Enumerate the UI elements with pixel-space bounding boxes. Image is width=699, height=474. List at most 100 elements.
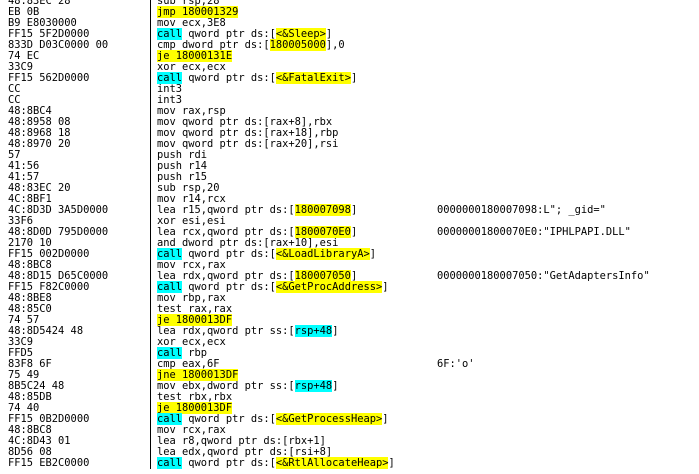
column-divider [150, 95, 151, 106]
disasm-row[interactable]: EB 0B jmp 180001329 [0, 6, 699, 18]
disasm-row[interactable]: 57 push rdi [0, 150, 699, 161]
comment: 00000001800070E0:"IPHLPAPI.DLL" [437, 226, 631, 238]
column-divider [150, 403, 151, 414]
disasm-row[interactable]: 83F8 6F cmp eax,6F 6F:'o' [0, 359, 699, 370]
disasm-row[interactable]: 4C:8D43 01 lea r8,qword ptr ds:[rbx+1] [0, 436, 699, 447]
disasm-row[interactable]: 48:8958 08 mov qword ptr ds:[rax+8],rbx [0, 117, 699, 128]
column-divider [150, 249, 151, 260]
disasm-row[interactable]: 833D D03C0000 00 cmp dword ptr ds:[180005… [0, 39, 699, 51]
column-divider [150, 326, 151, 337]
column-divider [150, 84, 151, 95]
disasm-row[interactable]: 48:85C0 test rax,rax [0, 304, 699, 315]
disasm-row[interactable]: 48:8D0D 795D0000 lea rcx,qword ptr ds:[18… [0, 226, 699, 238]
column-divider [150, 458, 151, 469]
column-divider [150, 370, 151, 381]
column-divider [150, 238, 151, 249]
disasm-row[interactable]: 4C:8D3D 3A5D0000 lea r15,qword ptr ds:[18… [0, 204, 699, 216]
instruction: call qword ptr ds:[<&FatalExit>] [157, 72, 358, 84]
column-divider [150, 128, 151, 139]
disasm-row[interactable]: FF15 002D0000 call qword ptr ds:[<&LoadLi… [0, 248, 699, 260]
column-divider [150, 62, 151, 73]
column-divider [150, 381, 151, 392]
disasm-row[interactable]: 33C9 xor ecx,ecx [0, 337, 699, 348]
column-divider [150, 194, 151, 205]
instruction-token-plain: ] [382, 281, 389, 293]
disasm-row[interactable]: 48:8BE8 mov rbp,rax [0, 293, 699, 304]
disasm-row[interactable]: FF15 F82C0000 call qword ptr ds:[<&GetPro… [0, 281, 699, 293]
instruction-token-plain: ] [350, 204, 358, 216]
instruction-token-plain: ] [350, 72, 358, 84]
disasm-row[interactable]: 48:83EC 20 sub rsp,20 [0, 183, 699, 194]
column-divider [150, 73, 151, 84]
disasm-row[interactable]: 48:8968 18 mov qword ptr ds:[rax+18],rbp [0, 128, 699, 139]
column-divider [150, 106, 151, 117]
column-divider [150, 0, 151, 7]
disasm-row[interactable]: 41:56 push r14 [0, 161, 699, 172]
instruction-token-plain: ],0 [325, 39, 345, 51]
instruction-token-plain: ] [332, 380, 339, 392]
column-divider [150, 359, 151, 370]
column-divider [150, 29, 151, 40]
instruction-token-sym: <&LoadLibraryA> [275, 248, 370, 260]
disasm-row[interactable]: 48:83EC 28 sub rsp,28 [0, 0, 699, 7]
column-divider [150, 304, 151, 315]
column-divider [150, 139, 151, 150]
disasm-row[interactable]: 75 49 jne 1800013DF [0, 369, 699, 381]
instruction-token-plain: ] [369, 248, 376, 260]
instruction-token-sym: <&GetProcessHeap> [275, 413, 383, 425]
disasm-row[interactable]: FFD5 call rbp [0, 347, 699, 359]
instruction-token-sym: <&GetProcAddress> [275, 281, 383, 293]
comment: 0000000180007098:L"; _gid=" [437, 204, 606, 216]
disasm-row[interactable]: 48:85DB test rbx,rbx [0, 392, 699, 403]
column-divider [150, 425, 151, 436]
column-divider [150, 51, 151, 62]
column-divider [150, 150, 151, 161]
instruction-token-sym: <&RtlAllocateHeap> [275, 457, 389, 469]
column-divider [150, 337, 151, 348]
column-divider [150, 315, 151, 326]
instruction-token-ss: rsp+48 [294, 325, 333, 337]
disasm-row[interactable]: 41:57 push r15 [0, 172, 699, 183]
column-divider [150, 436, 151, 447]
instruction-token-addr: 180005000 [269, 39, 326, 51]
column-divider [150, 227, 151, 238]
disasm-row[interactable]: CC int3 [0, 84, 699, 95]
instruction-token-addr: 180007098 [294, 204, 351, 216]
instruction-token-plain: ] [350, 226, 358, 238]
disasm-row[interactable]: 8B5C24 48 mov ebx,dword ptr ss:[rsp+48] [0, 380, 699, 392]
column-divider [150, 282, 151, 293]
column-divider [150, 117, 151, 128]
disasm-row[interactable]: B9 E8030000 mov ecx,3E8 [0, 18, 699, 29]
opcode-bytes: FF15 EB2C0000 [8, 457, 90, 469]
column-divider [150, 216, 151, 227]
column-divider [150, 348, 151, 359]
disasm-row[interactable]: 74 EC je 18000131E [0, 50, 699, 62]
column-divider [150, 172, 151, 183]
instruction: call qword ptr ds:[<&RtlAllocateHeap>] [157, 457, 395, 469]
comment: 0000000180007050:"GetAdaptersInfo" [437, 270, 650, 282]
column-divider [150, 205, 151, 216]
column-divider [150, 293, 151, 304]
column-divider [150, 7, 151, 18]
column-divider [150, 414, 151, 425]
disasm-row[interactable]: 74 57 je 1800013DF [0, 314, 699, 326]
comment: 6F:'o' [437, 358, 475, 370]
disasm-row[interactable]: FF15 0B2D0000 call qword ptr ds:[<&GetPro… [0, 413, 699, 425]
disasm-row[interactable]: FF15 EB2C0000 call qword ptr ds:[<&RtlAll… [0, 457, 699, 469]
instruction-token-sym: <&FatalExit> [275, 72, 351, 84]
instruction-token-ss: rsp+48 [294, 380, 333, 392]
disassembly-view[interactable]: 48:83EC 28 sub rsp,28 EB 0B jmp 180001329 B9… [0, 0, 699, 474]
column-divider [150, 271, 151, 282]
disasm-row[interactable]: CC int3 [0, 95, 699, 106]
disasm-row[interactable]: 48:8970 20 mov qword ptr ds:[rax+20],rsi [0, 139, 699, 150]
disasm-row[interactable]: FF15 562D0000 call qword ptr ds:[<&FatalE… [0, 72, 699, 84]
column-divider [150, 18, 151, 29]
instruction-token-plain: qword ptr ds:[ [182, 457, 276, 469]
column-divider [150, 161, 151, 172]
column-divider [150, 183, 151, 194]
disasm-row[interactable]: 48:8BC4 mov rax,rsp [0, 106, 699, 117]
disasm-row[interactable]: 48:8D5424 48 lea rdx,qword ptr ss:[rsp+48… [0, 325, 699, 337]
instruction-token-call: call [157, 457, 183, 469]
disasm-row[interactable]: 48:8BC8 mov rcx,rax [0, 425, 699, 436]
instruction-token-plain: ] [382, 413, 389, 425]
